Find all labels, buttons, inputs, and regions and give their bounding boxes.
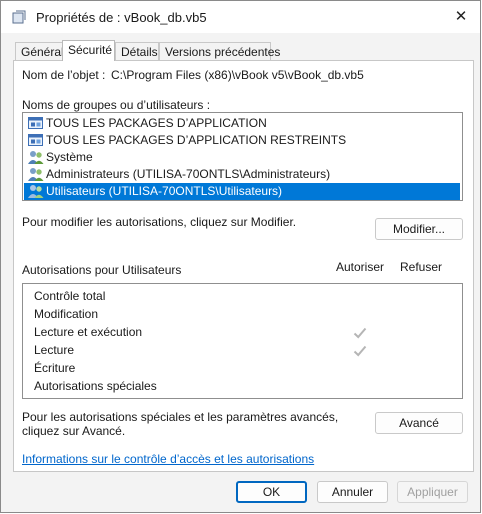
special-permissions-hint: Pour les autorisations spéciales et les … (22, 410, 339, 438)
permissions-label: Autorisations pour Utilisateurs (22, 263, 182, 277)
security-panel: Nom de l’objet : C:\Program Files (x86)\… (13, 60, 474, 472)
group-name: Utilisateurs (UTILISA-70ONTLS\Utilisateu… (46, 184, 283, 198)
apply-button[interactable]: Appliquer (397, 481, 468, 503)
ok-button[interactable]: OK (236, 481, 307, 503)
group-name: Administrateurs (UTILISA-70ONTLS\Adminis… (46, 167, 331, 181)
group-item-users[interactable]: Utilisateurs (UTILISA-70ONTLS\Utilisateu… (24, 183, 460, 200)
advanced-button[interactable]: Avancé (375, 412, 463, 434)
group-name: TOUS LES PACKAGES D’APPLICATION (46, 116, 267, 130)
group-name: TOUS LES PACKAGES D’APPLICATION RESTREIN… (46, 133, 347, 147)
tab-security[interactable]: Sécurité (62, 40, 115, 61)
allow-column-header: Autoriser (336, 260, 385, 274)
close-button[interactable]: ✕ (450, 7, 472, 27)
group-item-restricted-app-packages[interactable]: TOUS LES PACKAGES D’APPLICATION RESTREIN… (24, 132, 460, 149)
tab-general[interactable]: Général (15, 42, 64, 60)
object-name-value: C:\Program Files (x86)\vBook v5\vBook_db… (111, 68, 364, 82)
permission-modify: Modification (34, 307, 99, 321)
properties-dialog: Propriétés de : vBook_db.vb5 ✕ Général S… (0, 0, 481, 513)
tab-previous-versions[interactable]: Versions précédentes (159, 42, 280, 60)
users-icon (28, 168, 44, 181)
window-title: Propriétés de : vBook_db.vb5 (36, 10, 207, 25)
users-icon (28, 185, 44, 198)
group-item-all-app-packages[interactable]: TOUS LES PACKAGES D’APPLICATION (24, 115, 460, 132)
group-item-administrators[interactable]: Administrateurs (UTILISA-70ONTLS\Adminis… (24, 166, 460, 183)
permission-write: Écriture (34, 361, 76, 375)
file-icon (12, 10, 26, 24)
allow-check-icon (353, 345, 367, 357)
group-item-system[interactable]: Système (24, 149, 460, 166)
permissions-list: Contrôle total Modification Lecture et e… (22, 283, 463, 399)
access-control-help-link[interactable]: Informations sur le contrôle d’accès et … (22, 452, 314, 466)
group-name: Système (46, 150, 93, 164)
tab-details[interactable]: Détails (115, 42, 159, 60)
permission-read-execute: Lecture et exécution (34, 325, 143, 339)
groups-label: Noms de groupes ou d’utilisateurs : (22, 98, 211, 112)
allow-check-icon (353, 327, 367, 339)
title-bar[interactable]: Propriétés de : vBook_db.vb5 ✕ (1, 1, 480, 33)
modify-hint: Pour modifier les autorisations, cliquez… (22, 215, 297, 229)
users-icon (28, 151, 44, 164)
cancel-button[interactable]: Annuler (317, 481, 388, 503)
app-package-icon (28, 117, 43, 129)
modify-button[interactable]: Modifier... (375, 218, 463, 240)
app-package-icon (28, 134, 43, 146)
permission-read: Lecture (34, 343, 75, 357)
deny-column-header: Refuser (400, 260, 443, 274)
permission-special: Autorisations spéciales (34, 379, 157, 393)
permission-full-control: Contrôle total (34, 289, 106, 303)
object-name-label: Nom de l’objet : (22, 68, 106, 82)
groups-listbox[interactable]: TOUS LES PACKAGES D’APPLICATION TOUS LES… (22, 112, 463, 201)
